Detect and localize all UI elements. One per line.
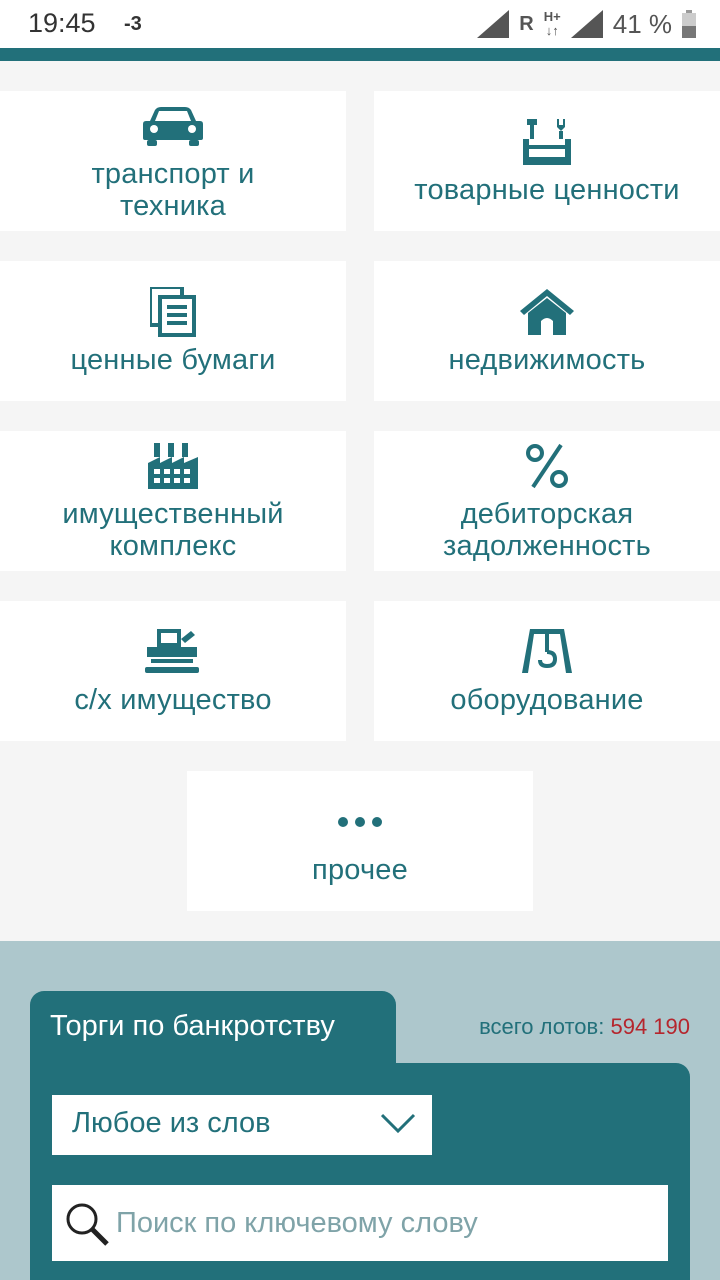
network-type-label: H+	[543, 9, 561, 24]
battery-percent: 41 %	[612, 8, 672, 39]
category-property-complex[interactable]: имущественный комплекс	[0, 431, 346, 571]
category-label: ценные бумаги	[70, 344, 276, 376]
roaming-indicator: R	[519, 12, 534, 35]
status-bar: 19:45 -3 R H+ ↓↑ 41 %	[0, 0, 720, 48]
category-label: оборудование	[450, 684, 644, 716]
more-dots-icon	[328, 796, 392, 848]
category-securities[interactable]: ценные бумаги	[0, 261, 346, 401]
lots-count: 594 190	[610, 1014, 690, 1039]
toolbox-icon	[515, 116, 579, 168]
crane-hook-icon	[515, 626, 579, 678]
category-agricultural[interactable]: с/х имущество	[0, 601, 346, 741]
signal-icon	[477, 10, 510, 38]
header-accent-bar	[0, 48, 720, 61]
category-label: дебиторская задолженность	[443, 498, 651, 562]
status-icons: R H+ ↓↑ 41 %	[477, 6, 696, 42]
factory-icon	[141, 440, 205, 492]
category-label: прочее	[312, 854, 408, 886]
category-label: с/х имущество	[74, 684, 272, 716]
house-icon	[515, 286, 579, 338]
category-other[interactable]: прочее	[187, 771, 533, 911]
percent-icon	[515, 440, 579, 492]
category-label: транспорт и техника	[91, 158, 255, 222]
category-label: товарные ценности	[414, 174, 680, 206]
category-equipment[interactable]: оборудование	[374, 601, 720, 741]
tab-label: Торги по банкротству	[50, 1010, 335, 1042]
harvester-icon	[141, 626, 205, 678]
car-icon	[141, 100, 205, 152]
signal-icon-2	[570, 10, 603, 38]
lots-counter: всего лотов: 594 190	[479, 1014, 690, 1040]
category-transport[interactable]: транспорт и техника	[0, 91, 346, 231]
lots-label: всего лотов:	[479, 1014, 605, 1039]
documents-icon	[141, 286, 205, 338]
search-input[interactable]	[116, 1199, 656, 1247]
category-receivables[interactable]: дебиторская задолженность	[374, 431, 720, 571]
battery-icon	[682, 10, 696, 38]
network-type-icon: H+ ↓↑	[543, 9, 561, 38]
category-goods[interactable]: товарные ценности	[374, 91, 720, 231]
status-indicator: -3	[124, 13, 142, 35]
search-icon	[66, 1203, 109, 1246]
search-mode-select[interactable]: Любое из слов	[52, 1095, 432, 1155]
category-real-estate[interactable]: недвижимость	[374, 261, 720, 401]
category-label: имущественный комплекс	[62, 498, 284, 562]
chevron-down-icon	[380, 1113, 416, 1134]
status-time: 19:45	[28, 8, 96, 38]
search-mode-value: Любое из слов	[72, 1107, 271, 1139]
search-field[interactable]	[52, 1185, 668, 1261]
category-label: недвижимость	[448, 344, 646, 376]
